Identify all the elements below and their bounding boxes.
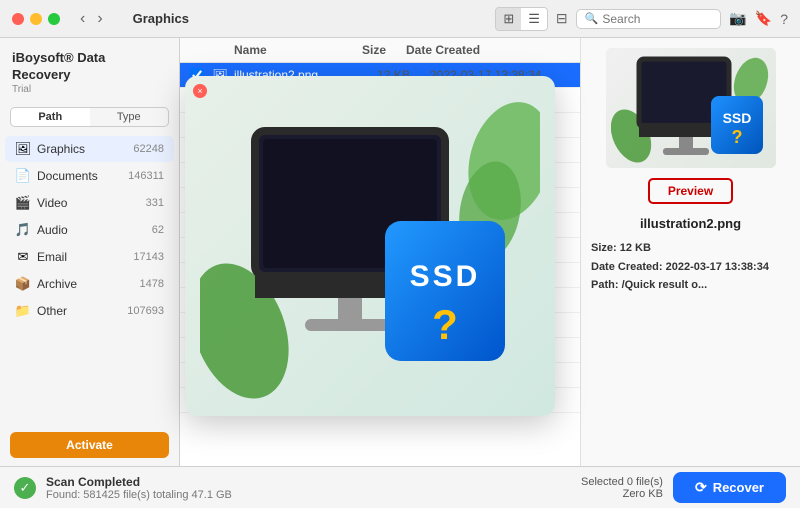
filter-button[interactable]: ⊟ [556,10,568,27]
svg-text:SSD: SSD [410,260,481,293]
sidebar-count-archive: 1478 [140,278,164,290]
file-table-header: Name Size Date Created [180,38,580,63]
sidebar-header: iBoysoft® Data Recovery Trial [0,38,179,99]
col-name-header: Name [234,43,296,57]
sidebar-label-other: Other [37,304,127,318]
selected-info: Selected 0 file(s) Zero KB [581,476,663,500]
search-input[interactable] [602,12,712,26]
audio-icon: 🎵 [15,222,31,238]
col-size-header: Size [296,43,386,57]
title-bar: ‹ › Graphics ⊞ ☰ ⊟ 🔍 📷 🔖 ? [0,0,800,38]
location-title: Graphics [55,11,267,26]
scan-detail-text: Found: 581425 file(s) totaling 47.1 GB [46,489,232,501]
path-label: Path: [591,279,619,291]
grid-view-button[interactable]: ⊞ [496,8,521,30]
svg-text:?: ? [731,127,742,147]
help-button[interactable]: ? [780,11,788,27]
sidebar-label-video: Video [37,196,146,210]
sidebar-label-graphics: Graphics [37,142,133,156]
search-box: 🔍 [576,9,722,29]
sidebar-item-graphics[interactable]: 🖼 Graphics 62248 [5,136,174,162]
video-icon: 🎬 [15,195,31,211]
preview-filename: illustration2.png [640,216,741,231]
col-date-header: Date Created [386,43,546,57]
preview-panel: SSD ? Preview illustration2.png Size: 12… [580,38,800,466]
sidebar-item-other[interactable]: 📁 Other 107693 [5,298,174,324]
preview-button[interactable]: Preview [648,178,733,204]
documents-icon: 📄 [15,168,31,184]
scan-complete-icon: ✓ [14,477,36,499]
sidebar-item-video[interactable]: 🎬 Video 331 [5,190,174,216]
sidebar-count-video: 331 [146,197,164,209]
sidebar-count-graphics: 62248 [133,143,164,155]
tab-type[interactable]: Type [90,108,169,126]
selected-size: Zero KB [581,488,663,500]
selected-count: Selected 0 file(s) [581,476,663,488]
archive-icon: 📦 [15,276,31,292]
path-value: /Quick result o... [622,279,708,291]
sidebar-item-email[interactable]: ✉ Email 17143 [5,244,174,270]
search-icon: 🔍 [585,12,599,25]
scan-status-block: Scan Completed Found: 581425 file(s) tot… [46,475,232,501]
sidebar-count-documents: 146311 [128,170,164,182]
sidebar: iBoysoft® Data Recovery Trial Path Type … [0,38,180,466]
minimize-button[interactable] [30,13,42,25]
sidebar-item-documents[interactable]: 📄 Documents 146311 [5,163,174,189]
date-label: Date Created: [591,261,663,273]
activate-button[interactable]: Activate [10,432,169,458]
sidebar-label-email: Email [37,250,133,264]
sidebar-tabs: Path Type [10,107,169,127]
large-preview-popup: × [185,76,555,416]
date-value: 2022-03-17 13:38:34 [666,261,769,273]
recover-label: Recover [713,480,764,495]
size-value: 12 KB [620,242,651,254]
main-layout: iBoysoft® Data Recovery Trial Path Type … [0,38,800,466]
svg-text:SSD: SSD [722,110,751,126]
traffic-lights [12,13,60,25]
app-subtitle: Trial [12,84,167,95]
sidebar-count-other: 107693 [127,305,164,317]
sidebar-item-archive[interactable]: 📦 Archive 1478 [5,271,174,297]
sidebar-items: 🖼 Graphics 62248 📄 Documents 146311 🎬 Vi… [0,135,179,424]
sidebar-count-audio: 62 [152,224,164,236]
graphics-icon: 🖼 [15,141,31,157]
sidebar-label-documents: Documents [37,169,128,183]
bottom-bar: ✓ Scan Completed Found: 581425 file(s) t… [0,466,800,508]
preview-thumbnail: SSD ? [606,48,776,168]
recover-button[interactable]: ⟳ Recover [673,472,786,503]
sidebar-label-audio: Audio [37,223,152,237]
sidebar-label-archive: Archive [37,277,140,291]
email-icon: ✉ [15,249,31,265]
close-button[interactable] [12,13,24,25]
other-icon: 📁 [15,303,31,319]
tab-path[interactable]: Path [11,108,90,126]
svg-text:?: ? [432,301,458,348]
scan-status-text: Scan Completed [46,475,232,489]
sidebar-item-audio[interactable]: 🎵 Audio 62 [5,217,174,243]
bookmark-button[interactable]: 🔖 [755,10,772,27]
list-view-button[interactable]: ☰ [521,8,547,30]
recover-icon: ⟳ [695,479,707,496]
app-title: iBoysoft® Data Recovery [12,50,167,84]
sidebar-count-email: 17143 [133,251,164,263]
size-label: Size: [591,242,617,254]
preview-meta: Size: 12 KB Date Created: 2022-03-17 13:… [591,239,790,295]
view-toggle: ⊞ ☰ [495,7,548,31]
large-preview-close-button[interactable]: × [193,84,207,98]
camera-button[interactable]: 📷 [729,10,746,27]
